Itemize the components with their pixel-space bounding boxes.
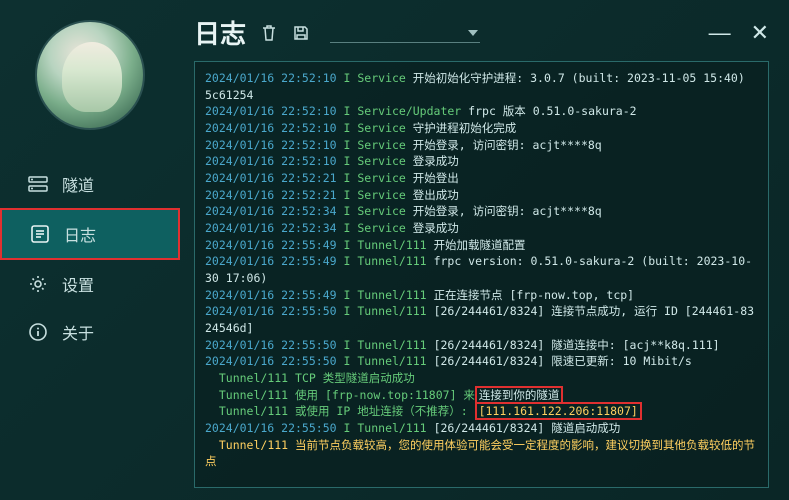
save-icon[interactable] bbox=[292, 24, 310, 42]
minimize-button[interactable]: — bbox=[709, 20, 731, 46]
sidebar-item-label: 日志 bbox=[64, 222, 96, 246]
log-output: 2024/01/16 22:52:10 I Service 开始初始化守护进程:… bbox=[194, 61, 769, 488]
page-title: 日志 bbox=[194, 14, 246, 51]
sidebar-item-label: 关于 bbox=[62, 320, 94, 344]
info-icon bbox=[28, 322, 48, 342]
tunnel-icon bbox=[28, 174, 48, 194]
avatar[interactable] bbox=[35, 20, 145, 130]
close-button[interactable]: ✕ bbox=[751, 20, 769, 46]
sidebar-item-about[interactable]: 关于 bbox=[0, 308, 180, 356]
sidebar-item-label: 隧道 bbox=[62, 172, 94, 196]
sidebar-item-settings[interactable]: 设置 bbox=[0, 260, 180, 308]
sidebar-item-tunnel[interactable]: 隧道 bbox=[0, 160, 180, 208]
log-icon bbox=[30, 224, 50, 244]
gear-icon bbox=[28, 274, 48, 294]
filter-dropdown[interactable] bbox=[330, 23, 480, 43]
delete-icon[interactable] bbox=[260, 24, 278, 42]
nav: 隧道 日志 设置 关于 bbox=[0, 160, 180, 356]
sidebar-item-log[interactable]: 日志 bbox=[0, 208, 180, 260]
sidebar-item-label: 设置 bbox=[62, 272, 94, 296]
